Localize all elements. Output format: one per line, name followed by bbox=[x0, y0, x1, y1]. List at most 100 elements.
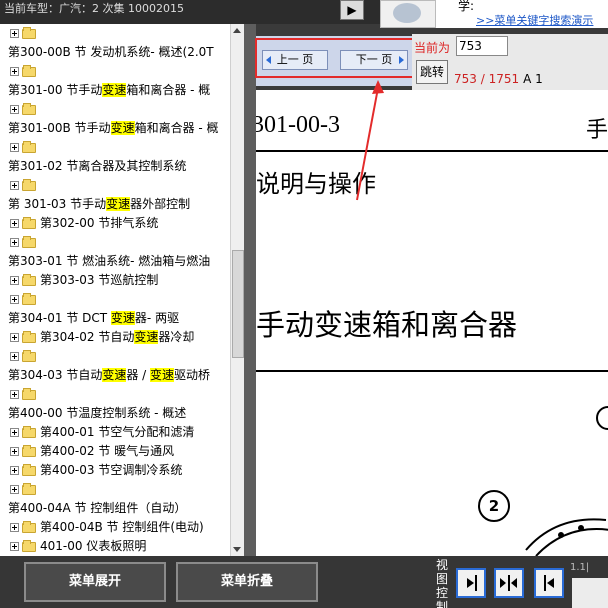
page-count: 753 / 1751 A 1 bbox=[454, 72, 543, 86]
expand-icon[interactable] bbox=[10, 219, 19, 228]
tree-item-label: 第400-03 节空调制冷系统 bbox=[40, 463, 183, 477]
expand-icon[interactable] bbox=[10, 542, 19, 551]
tree-item-label: 第302-00 节排气系统 bbox=[40, 216, 159, 230]
collapse-menu-button[interactable]: 菜单折叠 bbox=[176, 562, 318, 602]
expand-icon[interactable] bbox=[10, 29, 19, 38]
tree-leaf-item[interactable]: 第304-03 节自动变速器 / 变速驱动桥 bbox=[0, 366, 230, 385]
tree-folder-item[interactable]: 第304-02 节自动变速器冷却 bbox=[0, 328, 230, 347]
expand-icon[interactable] bbox=[10, 105, 19, 114]
doc-code: 301-00-3 bbox=[256, 112, 340, 138]
folder-icon bbox=[22, 178, 36, 191]
show-right-icon[interactable] bbox=[456, 568, 486, 598]
expand-icon[interactable] bbox=[10, 523, 19, 532]
tree-scrollbar[interactable] bbox=[230, 24, 244, 556]
show-left-icon[interactable] bbox=[534, 568, 564, 598]
expand-icon[interactable] bbox=[10, 390, 19, 399]
expand-icon[interactable] bbox=[10, 238, 19, 247]
folder-icon bbox=[22, 273, 36, 286]
expand-icon[interactable] bbox=[10, 181, 19, 190]
panel-toggle-button[interactable]: ▶ bbox=[340, 0, 364, 20]
tree-item-label: 第 301-03 节手动变速器外部控制 bbox=[8, 197, 191, 211]
tree-folder-item[interactable]: 第400-01 节空气分配和滤清 bbox=[0, 423, 230, 442]
expand-icon[interactable] bbox=[10, 485, 19, 494]
tree-item-label: 第400-02 节 暖气与通风 bbox=[40, 444, 175, 458]
expand-icon[interactable] bbox=[10, 428, 19, 437]
page-count-value: 753 / 1751 bbox=[454, 72, 520, 86]
help-ad: 学: >>菜单关键字搜索演示 bbox=[436, 0, 608, 28]
tree-leaf-item[interactable]: 第301-00B 节手动变速箱和离合器 - 概 bbox=[0, 119, 230, 138]
expand-icon[interactable] bbox=[10, 352, 19, 361]
tree-folder-item[interactable] bbox=[0, 24, 230, 43]
tree-folder-item[interactable]: 401-00 仪表板照明 bbox=[0, 537, 230, 556]
document-page: 301-00-3 手 说明与操作 手动变速箱和离合器 2 bbox=[256, 90, 608, 556]
tree-item-label: 第400-04A 节 控制组件（自动） bbox=[8, 501, 187, 515]
expand-icon[interactable] bbox=[10, 143, 19, 152]
mascot-icon bbox=[380, 0, 436, 28]
tree-folder-item[interactable]: 第302-00 节排气系统 bbox=[0, 214, 230, 233]
tree-leaf-item[interactable]: 第301-00 节手动变速箱和离合器 - 概 bbox=[0, 81, 230, 100]
folder-icon bbox=[22, 482, 36, 495]
tree-leaf-item[interactable]: 第400-04A 节 控制组件（自动） bbox=[0, 499, 230, 518]
tree-folder-item[interactable]: 第400-03 节空调制冷系统 bbox=[0, 461, 230, 480]
scroll-up-icon[interactable] bbox=[233, 28, 241, 33]
folder-icon bbox=[22, 26, 36, 39]
tree-folder-item[interactable]: 第400-04B 节 控制组件(电动) bbox=[0, 518, 230, 537]
scroll-down-icon[interactable] bbox=[233, 547, 241, 552]
jump-button[interactable]: 跳转 bbox=[416, 60, 448, 84]
expand-icon[interactable] bbox=[10, 466, 19, 475]
sheet-label: A 1 bbox=[523, 72, 543, 86]
expand-icon[interactable] bbox=[10, 333, 19, 342]
app-window: 当前车型：广汽：2 次集 10002015 ▶ 学: >>菜单关键字搜索演示 第… bbox=[0, 0, 608, 608]
expand-icon[interactable] bbox=[10, 67, 19, 76]
tree-item-label: 第400-01 节空气分配和滤清 bbox=[40, 425, 195, 439]
expand-icon[interactable] bbox=[10, 276, 19, 285]
tree-item-label: 第400-04B 节 控制组件(电动) bbox=[40, 520, 204, 534]
folder-icon bbox=[22, 539, 36, 552]
tree-item-label: 第400-00 节温度控制系统 - 概述 bbox=[8, 406, 187, 420]
tree-leaf-item[interactable]: 第303-01 节 燃油系统- 燃油箱与燃油 bbox=[0, 252, 230, 271]
scroll-thumb[interactable] bbox=[232, 250, 244, 358]
folder-icon bbox=[22, 444, 36, 457]
pane-splitter[interactable] bbox=[244, 24, 256, 556]
top-bar: 当前车型：广汽：2 次集 10002015 ▶ 学: >>菜单关键字搜索演示 bbox=[0, 0, 608, 28]
expand-icon[interactable] bbox=[10, 295, 19, 304]
menu-tree[interactable]: 第300-00B 节 发动机系统- 概述(2.0T 第301-00 节手动变速箱和… bbox=[0, 24, 230, 556]
folder-icon bbox=[22, 387, 36, 400]
divider bbox=[256, 150, 608, 152]
tree-item-label: 401-00 仪表板照明 bbox=[40, 539, 147, 553]
folder-icon bbox=[22, 463, 36, 476]
tree-folder-item[interactable] bbox=[0, 62, 230, 81]
tree-folder-item[interactable] bbox=[0, 480, 230, 499]
tree-folder-item[interactable]: 第303-03 节巡航控制 bbox=[0, 271, 230, 290]
tree-folder-item[interactable] bbox=[0, 385, 230, 404]
tree-folder-item[interactable] bbox=[0, 290, 230, 309]
folder-icon bbox=[22, 425, 36, 438]
tree-leaf-item[interactable]: 第 301-03 节手动变速器外部控制 bbox=[0, 195, 230, 214]
tree-leaf-item[interactable]: 第301-02 节离合器及其控制系统 bbox=[0, 157, 230, 176]
tree-item-label: 第303-03 节巡航控制 bbox=[40, 273, 159, 287]
tree-item-label: 第303-01 节 燃油系统- 燃油箱与燃油 bbox=[8, 254, 211, 268]
folder-icon bbox=[22, 520, 36, 533]
page-number-input[interactable]: 753 bbox=[456, 36, 508, 56]
folder-icon bbox=[22, 235, 36, 248]
tree-leaf-item[interactable]: 第304-01 节 DCT 变速器- 两驱 bbox=[0, 309, 230, 328]
split-view-icon[interactable] bbox=[494, 568, 524, 598]
tree-leaf-item[interactable]: 第400-00 节温度控制系统 - 概述 bbox=[0, 404, 230, 423]
tree-folder-item[interactable] bbox=[0, 176, 230, 195]
bottom-toolbar: 菜单展开 菜单折叠 视 图 控 制 1.1| bbox=[0, 556, 608, 608]
tree-leaf-item[interactable]: 第300-00B 节 发动机系统- 概述(2.0T bbox=[0, 43, 230, 62]
folder-icon bbox=[22, 330, 36, 343]
ad-question: 学: bbox=[458, 0, 475, 13]
tree-folder-item[interactable] bbox=[0, 347, 230, 366]
doc-section: 说明与操作 bbox=[256, 170, 376, 198]
expand-icon[interactable] bbox=[10, 447, 19, 456]
tree-folder-item[interactable] bbox=[0, 138, 230, 157]
tree-folder-item[interactable]: 第400-02 节 暖气与通风 bbox=[0, 442, 230, 461]
tree-folder-item[interactable] bbox=[0, 233, 230, 252]
expand-menu-button[interactable]: 菜单展开 bbox=[24, 562, 166, 602]
tree-folder-item[interactable] bbox=[0, 100, 230, 119]
folder-icon bbox=[22, 102, 36, 115]
divider bbox=[256, 370, 608, 372]
keyword-search-demo-link[interactable]: >>菜单关键字搜索演示 bbox=[476, 12, 593, 28]
tree-item-label: 第304-03 节自动变速器 / 变速驱动桥 bbox=[8, 368, 211, 382]
